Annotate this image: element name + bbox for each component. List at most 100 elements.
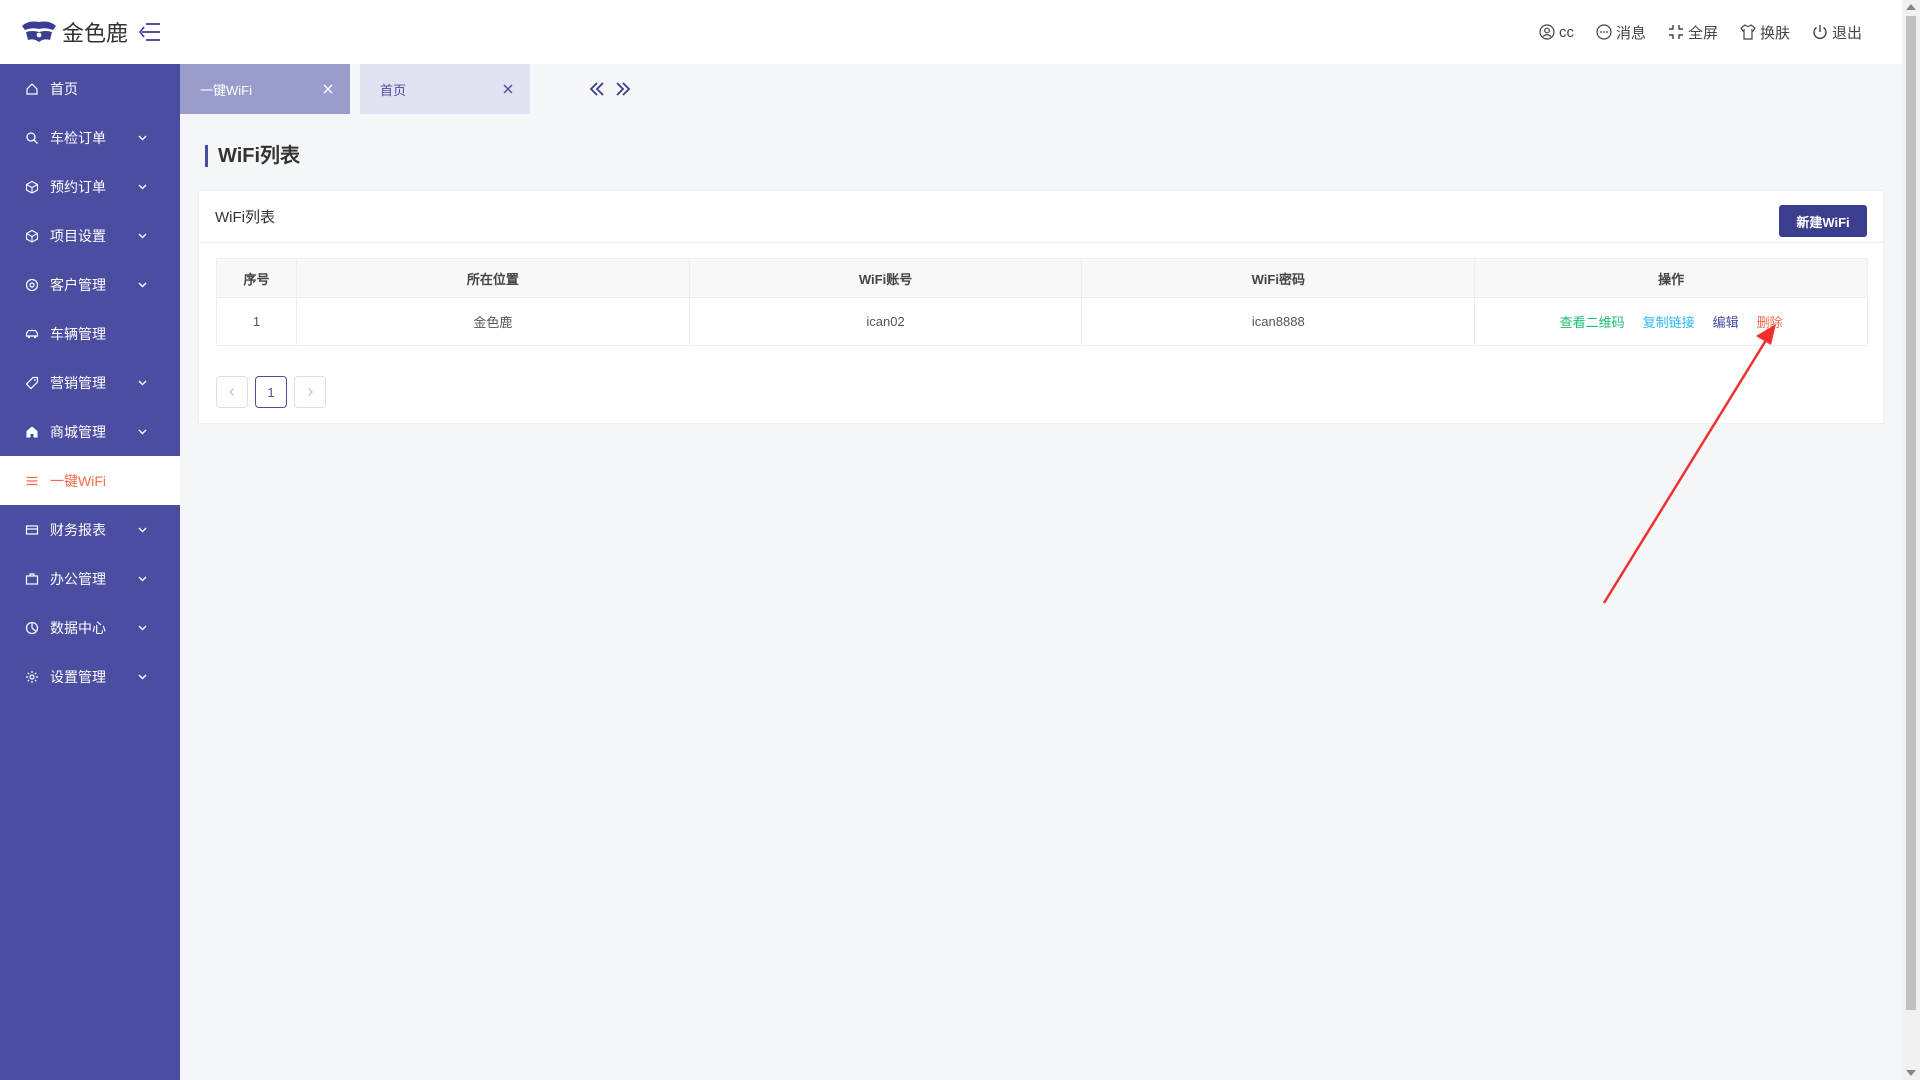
user-name: cc: [1558, 23, 1574, 41]
user-menu[interactable]: cc: [1539, 24, 1574, 41]
top-header: 金色鹿 cc 消息 全屏 换肤 退出: [0, 0, 1902, 64]
table-row: 1 金色鹿 ican02 ican8888 查看二维码 复制链接 编辑 删除: [216, 297, 1868, 346]
chevron-down-icon: [138, 233, 147, 239]
sidebar-item-label: 首页: [50, 80, 78, 97]
new-wifi-button[interactable]: 新建WiFi: [1779, 205, 1867, 237]
fullscreen-icon: [1668, 25, 1683, 39]
sidebar-item-wifi[interactable]: 一键WiFi: [0, 456, 180, 505]
chevron-down-icon: [138, 625, 147, 631]
close-icon[interactable]: [322, 83, 334, 95]
gear-icon: [26, 670, 38, 683]
pie-icon: [25, 621, 39, 634]
sidebar-item-label: 预约订单: [50, 178, 106, 195]
close-icon[interactable]: [502, 83, 514, 95]
prev-page-button[interactable]: [216, 376, 248, 408]
sidebar-item-appointment-orders[interactable]: 预约订单: [0, 162, 180, 211]
chevron-left-icon: [229, 388, 234, 396]
box-icon: [25, 229, 39, 243]
sidebar-item-label: 财务报表: [50, 521, 106, 538]
double-chevron-right-icon[interactable]: [614, 81, 632, 97]
tab-label: 首页: [380, 82, 407, 98]
card-title: WiFi列表: [215, 209, 275, 226]
chevron-down-icon: [138, 674, 147, 680]
sidebar-item-office[interactable]: 办公管理: [0, 554, 180, 603]
list-icon: [26, 476, 38, 485]
car-icon: [25, 329, 39, 338]
chevron-down-icon: [138, 527, 147, 533]
power-icon: [1813, 25, 1827, 39]
column-header-password: WiFi密码: [1081, 258, 1476, 298]
menu-collapse-icon[interactable]: [138, 21, 162, 43]
sidebar-item-project-settings[interactable]: 项目设置: [0, 211, 180, 260]
pagination: 1: [216, 376, 326, 408]
sidebar-item-label: 一键WiFi: [50, 472, 106, 489]
tab-wifi[interactable]: 一键WiFi: [180, 64, 350, 114]
fullscreen-button[interactable]: 全屏: [1668, 22, 1718, 43]
sidebar-item-finance[interactable]: 财务报表: [0, 505, 180, 554]
tab-bar: 一键WiFi 首页: [180, 64, 1902, 114]
sidebar-item-vehicles[interactable]: 车辆管理: [0, 309, 180, 358]
card-icon: [25, 524, 39, 535]
double-chevron-left-icon[interactable]: [588, 81, 606, 97]
logout-button[interactable]: 退出: [1812, 22, 1862, 43]
sidebar-item-label: 设置管理: [50, 668, 106, 685]
fullscreen-label: 全屏: [1687, 24, 1718, 42]
page-title: WiFi列表: [205, 145, 300, 167]
chevron-right-icon: [308, 388, 313, 396]
cell-actions: 查看二维码 复制链接 编辑 删除: [1474, 297, 1868, 346]
shop-icon: [26, 426, 38, 437]
edit-link[interactable]: 编辑: [1713, 312, 1739, 331]
sidebar-item-label: 办公管理: [50, 570, 106, 587]
tab-label: 一键WiFi: [200, 82, 252, 98]
sidebar-item-mall[interactable]: 商城管理: [0, 407, 180, 456]
column-header-index: 序号: [216, 258, 297, 298]
scroll-thumb[interactable]: [1906, 16, 1916, 1010]
chevron-down-icon: [138, 135, 147, 141]
sidebar-item-label: 车辆管理: [50, 325, 106, 342]
tag-icon: [25, 376, 39, 389]
page-scrollbar[interactable]: [1902, 0, 1920, 1080]
wifi-list-card: WiFi列表 新建WiFi 序号 所在位置 WiFi账号 WiFi密码 操作 1…: [198, 190, 1884, 424]
sidebar-item-customers[interactable]: 客户管理: [0, 260, 180, 309]
cell-password: ican8888: [1081, 297, 1476, 346]
sidebar-item-settings[interactable]: 设置管理: [0, 652, 180, 701]
chevron-down-icon: [138, 282, 147, 288]
column-header-actions: 操作: [1474, 258, 1868, 298]
sidebar-item-label: 项目设置: [50, 227, 106, 244]
tab-home[interactable]: 首页: [360, 64, 530, 114]
chevron-down-icon: [138, 184, 147, 190]
messages-label: 消息: [1615, 24, 1646, 42]
delete-link[interactable]: 删除: [1757, 312, 1783, 331]
scroll-up-arrow-icon[interactable]: [1906, 4, 1916, 10]
table-header-row: 序号 所在位置 WiFi账号 WiFi密码 操作: [216, 258, 1868, 298]
logo[interactable]: 金色鹿: [20, 16, 162, 48]
sidebar-item-label: 营销管理: [50, 374, 106, 391]
messages-button[interactable]: 消息: [1596, 22, 1646, 43]
cell-index: 1: [216, 297, 297, 346]
chevron-down-icon: [138, 429, 147, 435]
skin-button[interactable]: 换肤: [1740, 22, 1790, 43]
header-actions: cc 消息 全屏 换肤 退出: [1539, 0, 1862, 64]
sidebar-item-inspection-orders[interactable]: 车检订单: [0, 113, 180, 162]
scroll-down-arrow-icon[interactable]: [1906, 1070, 1916, 1076]
home-icon: [26, 82, 38, 95]
sidebar-item-label: 客户管理: [50, 276, 106, 293]
sidebar-item-label: 商城管理: [50, 423, 106, 440]
logo-icon: [22, 21, 56, 42]
next-page-button[interactable]: [294, 376, 326, 408]
tab-scroll-controls: [588, 81, 632, 97]
shirt-icon: [1740, 24, 1756, 40]
logo-text: 金色鹿: [62, 22, 129, 47]
skin-label: 换肤: [1759, 24, 1790, 42]
sidebar-item-label: 数据中心: [50, 619, 106, 636]
sidebar-item-home[interactable]: 首页: [0, 64, 180, 113]
logout-label: 退出: [1831, 24, 1862, 42]
cell-location: 金色鹿: [295, 297, 690, 346]
copy-link-link[interactable]: 复制链接: [1643, 312, 1695, 331]
column-header-account: WiFi账号: [688, 258, 1083, 298]
view-qr-link[interactable]: 查看二维码: [1560, 312, 1625, 331]
page-button-current[interactable]: 1: [255, 376, 287, 408]
sidebar-item-data-center[interactable]: 数据中心: [0, 603, 180, 652]
message-icon: [1596, 24, 1612, 40]
sidebar-item-marketing[interactable]: 营销管理: [0, 358, 180, 407]
